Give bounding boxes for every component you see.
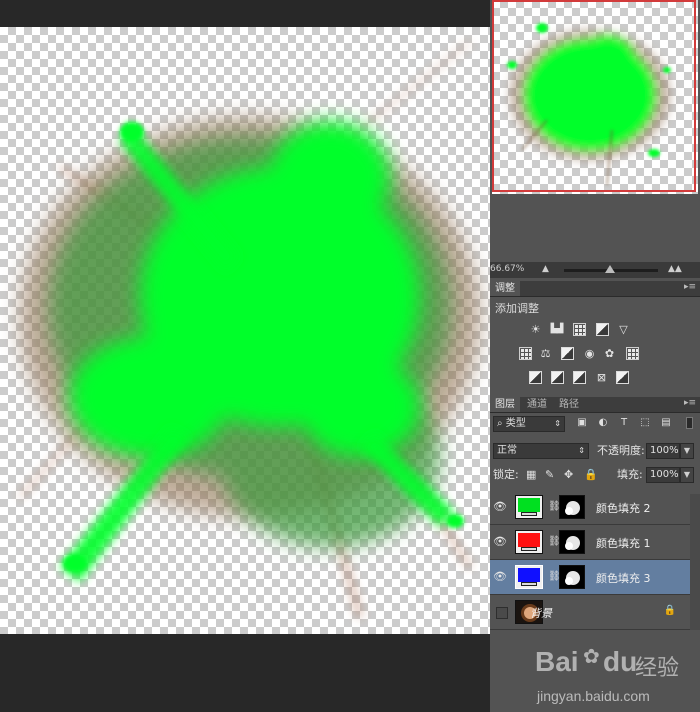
chain-link-icon[interactable]: ⛓	[548, 570, 561, 584]
mask-splash-art	[565, 536, 580, 550]
layer-name[interactable]: 颜色填充 3	[596, 570, 651, 586]
visibility-eye-icon[interactable]: 👁	[493, 535, 507, 549]
lock-label: 锁定:	[493, 468, 519, 481]
blend-mode-select[interactable]: 正常 ⇕	[493, 443, 589, 459]
zoom-out-icon[interactable]: ▲	[542, 264, 549, 274]
filter-adjustment-icon[interactable]: ◐	[597, 417, 609, 429]
navigator-view-rectangle[interactable]	[492, 0, 696, 192]
watermark-logo-text: Bai	[535, 646, 579, 677]
layer-row-color-fill-1[interactable]: 👁 ⛓ 颜色填充 1	[490, 525, 690, 560]
layer-name[interactable]: 颜色填充 2	[596, 500, 651, 516]
layer-name[interactable]: 颜色填充 1	[596, 535, 651, 551]
posterize-icon[interactable]	[551, 371, 564, 384]
document-canvas[interactable]	[0, 27, 490, 634]
layer-name[interactable]: 背景	[530, 605, 552, 621]
lock-position-icon[interactable]: ✥	[564, 467, 573, 483]
channel-mixer-icon[interactable]: ✿	[603, 347, 616, 360]
lock-image-icon[interactable]: ✎	[545, 467, 554, 483]
watermark-url: jingyan.baidu.com	[537, 688, 650, 704]
updown-arrow-icon: ⇕	[554, 419, 561, 428]
layer-mask-thumbnail[interactable]	[559, 495, 585, 519]
layer-row-color-fill-3[interactable]: 👁 ⛓ 颜色填充 3	[490, 560, 690, 595]
layer-row-color-fill-2[interactable]: 👁 ⛓ 颜色填充 2	[490, 490, 690, 525]
hue-saturation-icon[interactable]	[519, 347, 532, 360]
vibrance-icon[interactable]: ▽	[617, 323, 630, 336]
photo-filter-icon[interactable]: ◉	[583, 347, 596, 360]
adjustments-title: 添加调整	[495, 302, 539, 315]
selective-color-icon[interactable]: ⊠	[595, 371, 608, 384]
layer-mask-thumbnail[interactable]	[559, 530, 585, 554]
visibility-toggle-off[interactable]	[496, 607, 508, 619]
fill-dropdown-icon[interactable]: ▼	[680, 467, 694, 483]
opacity-dropdown-icon[interactable]: ▼	[680, 443, 694, 459]
swatch-color	[518, 498, 540, 512]
updown-arrow-icon: ⇕	[578, 446, 585, 455]
color-lookup-icon[interactable]	[626, 347, 639, 360]
threshold-icon[interactable]	[573, 371, 586, 384]
layer-lock-icon: 🔒	[663, 605, 676, 616]
swatch-base	[521, 582, 537, 586]
opacity-label: 不透明度:	[597, 444, 645, 457]
brightness-contrast-icon[interactable]: ☀	[529, 323, 542, 336]
swatch-base	[521, 512, 537, 516]
lock-transparent-icon[interactable]: ▦	[526, 467, 536, 483]
mask-splash-art	[565, 501, 580, 515]
zoom-level[interactable]: 66.67%	[490, 264, 524, 274]
paw-icon: ✿	[583, 644, 600, 668]
color-fill-thumbnail[interactable]	[515, 565, 543, 589]
zoom-slider-thumb[interactable]	[605, 265, 615, 273]
blend-mode-value: 正常	[497, 445, 517, 456]
opacity-input[interactable]: 100%	[646, 443, 680, 459]
color-fill-thumbnail[interactable]	[515, 530, 543, 554]
levels-icon[interactable]: ▙▟	[550, 323, 564, 336]
tab-adjustments[interactable]: 调整	[490, 281, 520, 296]
tab-channels[interactable]: 通道	[522, 397, 552, 412]
mask-splash-art	[565, 571, 580, 585]
filter-pixel-icon[interactable]: ▣	[576, 417, 588, 429]
visibility-eye-icon[interactable]: 👁	[493, 570, 507, 584]
navigator-zoom-bar: 66.67% ▲ ▲▲	[490, 262, 700, 278]
tab-layers[interactable]: 图层	[490, 397, 520, 412]
chain-link-icon[interactable]: ⛓	[548, 500, 561, 514]
filter-search-icon: ⌕	[497, 418, 506, 429]
layers-panel-menu-icon[interactable]: ▸≡	[684, 398, 696, 408]
green-splash-artwork	[18, 41, 480, 618]
color-balance-icon[interactable]: ⚖	[539, 347, 552, 360]
layers-scrollbar[interactable]	[690, 494, 700, 630]
lock-all-icon[interactable]: 🔒	[584, 467, 598, 483]
filter-shape-icon[interactable]: ⬚	[639, 417, 651, 429]
visibility-eye-icon[interactable]: 👁	[493, 500, 507, 514]
filter-toggle-switch[interactable]	[686, 417, 693, 429]
watermark-logo-text-2: du	[603, 646, 638, 677]
baidu-jingyan-watermark: Bai ✿ du 经验 jingyan.baidu.com	[535, 640, 690, 710]
swatch-color	[518, 533, 540, 547]
right-panel-dock: 66.67% ▲ ▲▲ 调整 ▸≡ 添加调整 ☀ ▙▟ ▽ ⚖ ◉ ✿ ⊠ 图层…	[490, 0, 700, 712]
chain-link-icon[interactable]: ⛓	[548, 535, 561, 549]
layer-row-background[interactable]: 背景 🔒	[490, 595, 690, 630]
document-canvas-area[interactable]	[0, 0, 490, 712]
swatch-base	[521, 547, 537, 551]
filter-smartobject-icon[interactable]: ▤	[660, 417, 672, 429]
swatch-color	[518, 568, 540, 582]
tab-paths[interactable]: 路径	[554, 397, 584, 412]
curves-icon[interactable]	[573, 323, 586, 336]
filter-type-icon[interactable]: T	[618, 417, 630, 429]
gradient-map-icon[interactable]	[616, 371, 629, 384]
invert-icon[interactable]	[529, 371, 542, 384]
fill-input[interactable]: 100%	[646, 467, 680, 483]
zoom-in-icon[interactable]: ▲▲	[668, 264, 682, 274]
watermark-brand-text: 经验	[635, 656, 680, 681]
layers-tabbar: 图层 通道 路径 ▸≡	[490, 397, 700, 413]
layer-mask-thumbnail[interactable]	[559, 565, 585, 589]
layer-filter-kind-select[interactable]: ⌕ 类型 ⇕	[493, 416, 565, 432]
adjustments-tabbar: 调整 ▸≡	[490, 281, 700, 297]
filter-kind-value: 类型	[505, 418, 526, 429]
exposure-icon[interactable]	[596, 323, 609, 336]
black-white-icon[interactable]	[561, 347, 574, 360]
color-fill-thumbnail[interactable]	[515, 495, 543, 519]
panel-menu-icon[interactable]: ▸≡	[684, 282, 696, 292]
fill-label: 填充:	[617, 468, 643, 481]
navigator-panel	[490, 0, 700, 264]
